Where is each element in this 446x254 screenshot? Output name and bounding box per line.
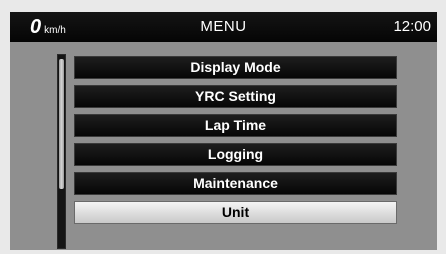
menu-list: Display Mode YRC Setting Lap Time Loggin… bbox=[74, 56, 397, 230]
dashboard-screen: 0 km/h MENU 12:00 Display Mode YRC Setti… bbox=[10, 12, 437, 250]
menu-item-unit[interactable]: Unit bbox=[74, 201, 397, 224]
menu-item-yrc-setting[interactable]: YRC Setting bbox=[74, 85, 397, 108]
screen-title: MENU bbox=[200, 18, 247, 35]
scrollbar-thumb[interactable] bbox=[59, 59, 64, 189]
clock: 12:00 bbox=[393, 18, 431, 35]
menu-item-lap-time[interactable]: Lap Time bbox=[74, 114, 397, 137]
status-bar: 0 km/h MENU 12:00 bbox=[10, 12, 437, 42]
menu-item-maintenance[interactable]: Maintenance bbox=[74, 172, 397, 195]
menu-scrollbar[interactable] bbox=[57, 54, 66, 249]
menu-item-display-mode[interactable]: Display Mode bbox=[74, 56, 397, 79]
menu-item-logging[interactable]: Logging bbox=[74, 143, 397, 166]
